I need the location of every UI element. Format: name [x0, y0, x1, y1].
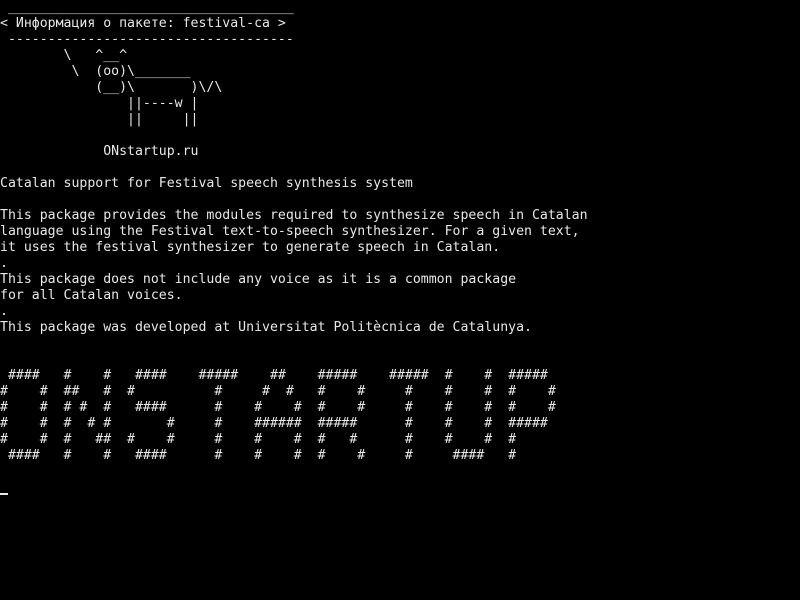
banner-art-line: #### # # #### # # # # # # #### #: [0, 448, 517, 463]
description-line: This package provides the modules requir…: [0, 208, 588, 223]
package-summary: Catalan support for Festival speech synt…: [0, 176, 413, 191]
text-cursor: [0, 493, 8, 495]
banner-art-line: # # # # # # # ###### ##### # # # #####: [0, 416, 548, 431]
cow-art-line: \ ^__^: [0, 48, 128, 63]
cow-art-line: (__)\ )\/\: [0, 80, 223, 95]
description-line: language using the Festival text-to-spee…: [0, 224, 580, 239]
banner-art-line: # # # ## # # # # # # # # # # #: [0, 432, 517, 447]
cow-art-line: \ (oo)\_______: [0, 64, 191, 79]
banner-art-line: # # # # # #### # # # # # # # # # #: [0, 400, 556, 415]
description-separator: .: [0, 256, 8, 271]
site-name: ONstartup.ru: [0, 144, 199, 159]
terminal-screen[interactable]: ____________________________________ < И…: [0, 0, 800, 600]
cowsay-message: < Информация о пакете: festival-ca >: [0, 16, 286, 31]
description-line: it uses the festival synthesizer to gene…: [0, 240, 501, 255]
cowsay-border-bottom: ------------------------------------: [0, 32, 294, 47]
description-line: for all Catalan voices.: [0, 288, 183, 303]
description-separator: .: [0, 304, 8, 319]
cow-art-line: ||----w |: [0, 96, 199, 111]
description-line: This package does not include any voice …: [0, 272, 517, 287]
description-line: This package was developed at Universita…: [0, 320, 532, 335]
banner-art-line: #### # # #### ##### ## ##### ##### # # #…: [0, 368, 548, 383]
prompt-line[interactable]: [0, 464, 800, 480]
cow-art-line: || ||: [0, 112, 199, 127]
cowsay-border-top: ____________________________________: [0, 0, 294, 15]
banner-art-line: # # ## # # # # # # # # # # # #: [0, 384, 556, 399]
